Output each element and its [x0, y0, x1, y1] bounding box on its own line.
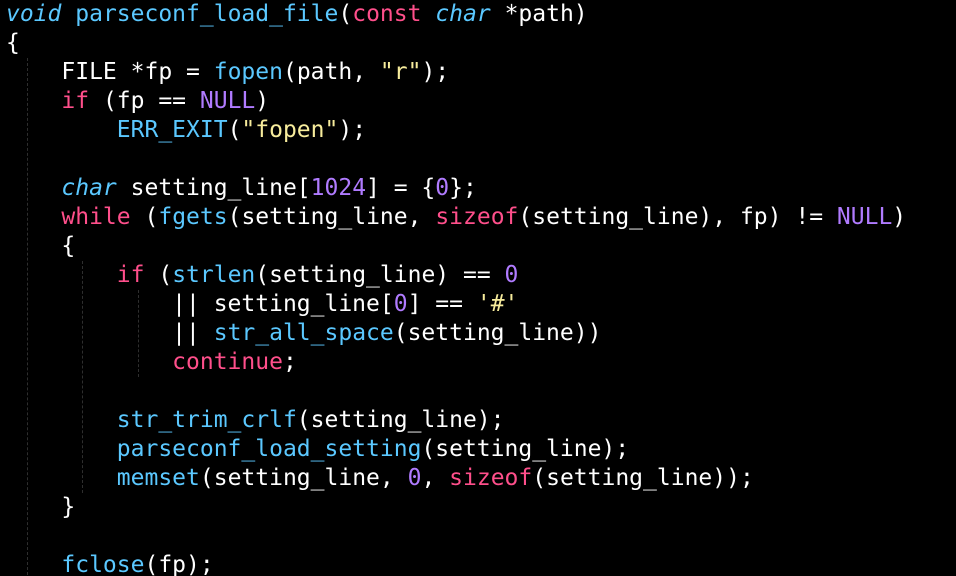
code-token-plain: ) [255, 88, 270, 114]
code-line: if (strlen(setting_line) == 0 [6, 261, 519, 290]
code-token-plain: ); [338, 117, 367, 143]
code-token-plain: ; [282, 349, 297, 375]
code-token-plain: , [421, 465, 450, 491]
code-token-plain: ); [421, 59, 450, 85]
code-token-number: 1024 [310, 175, 367, 201]
code-token-plain: (setting_line) == [255, 262, 505, 288]
code-line: parseconf_load_setting(setting_line); [6, 435, 629, 464]
code-token-plain: ) [892, 204, 907, 230]
code-line: char setting_line[1024] = {0}; [6, 174, 477, 203]
code-token-number: 0 [435, 175, 450, 201]
code-token-number: 0 [407, 465, 422, 491]
code-token-keyword: while [61, 204, 131, 230]
code-token-plain: FILE *fp = [6, 59, 214, 85]
code-token-string: '#' [476, 291, 519, 317]
code-line: if (fp == NULL) [6, 87, 269, 116]
code-token-plain: ( [227, 117, 242, 143]
code-token-function: parseconf_load_file [75, 1, 339, 27]
code-token-plain: }; [449, 175, 477, 201]
code-token-number: 0 [393, 291, 408, 317]
code-token-plain: { [6, 233, 76, 259]
code-line: || setting_line[0] == '#' [6, 290, 518, 319]
code-token-plain: *path) [490, 1, 588, 27]
code-token-string: "r" [379, 59, 422, 85]
code-token-keyword: continue [172, 349, 283, 375]
code-token-function: str_all_space [213, 320, 394, 346]
code-token-plain: ] == [407, 291, 477, 317]
code-token-plain: (setting_line)) [393, 320, 602, 346]
code-token-string: "fopen" [241, 117, 339, 143]
code-token-plain: (setting_line)); [532, 465, 754, 491]
code-token-keyword: if [61, 88, 90, 114]
code-token-plain: (path, [282, 59, 380, 85]
code-token-plain: || [6, 320, 214, 346]
code-token-plain: ( [144, 262, 173, 288]
code-line: FILE *fp = fopen(path, "r"); [6, 58, 449, 87]
code-token-function: fclose [61, 552, 145, 576]
code-token-keyword: const [352, 1, 422, 27]
code-editor[interactable]: void parseconf_load_file(const char *pat… [0, 0, 956, 576]
code-token-function: strlen [172, 262, 256, 288]
code-line: || str_all_space(setting_line)) [6, 319, 601, 348]
code-line: void parseconf_load_file(const char *pat… [6, 0, 588, 29]
code-token-function: ERR_EXIT [116, 117, 228, 143]
code-token-keyword: sizeof [435, 204, 519, 230]
code-token-constant: NULL [836, 204, 893, 230]
code-token-plain: (setting_line, [199, 465, 408, 491]
code-token-keyword: if [116, 262, 145, 288]
code-token-keyword: sizeof [449, 465, 533, 491]
code-token-plain: { [6, 30, 20, 56]
code-token-number: 0 [504, 262, 519, 288]
code-token-plain: (setting_line), fp) != [518, 204, 837, 230]
code-line: } [6, 493, 75, 522]
code-token-type: char [435, 1, 491, 27]
code-token-plain: } [6, 494, 76, 520]
code-token-constant: NULL [199, 88, 256, 114]
code-line: ERR_EXIT("fopen"); [6, 116, 366, 145]
code-token-plain: (fp); [144, 552, 214, 576]
code-token-function: fopen [213, 59, 283, 85]
code-token-type: void [6, 1, 62, 27]
code-line: while (fgets(setting_line, sizeof(settin… [6, 203, 906, 232]
code-token-plain: (setting_line, [227, 204, 436, 230]
code-token-plain: (setting_line); [421, 436, 630, 462]
code-line: str_trim_crlf(setting_line); [6, 406, 505, 435]
code-token-function: fgets [158, 204, 228, 230]
code-token-plain: ( [338, 1, 353, 27]
code-line: { [6, 29, 20, 58]
code-token-plain: (setting_line); [296, 407, 505, 433]
code-token-function: str_trim_crlf [116, 407, 297, 433]
code-token-function: memset [116, 465, 200, 491]
code-token-plain: (fp == [89, 88, 200, 114]
code-token-type: char [61, 175, 117, 201]
code-line: fclose(fp); [6, 551, 214, 576]
code-token-function: parseconf_load_setting [116, 436, 422, 462]
code-line: memset(setting_line, 0, sizeof(setting_l… [6, 464, 754, 493]
code-token-plain: ] = { [366, 175, 436, 201]
code-token-plain: ( [130, 204, 159, 230]
code-token-plain: || setting_line[ [6, 291, 394, 317]
code-line: { [6, 232, 75, 261]
code-token-plain: setting_line[ [116, 175, 311, 201]
code-line: continue; [6, 348, 297, 377]
